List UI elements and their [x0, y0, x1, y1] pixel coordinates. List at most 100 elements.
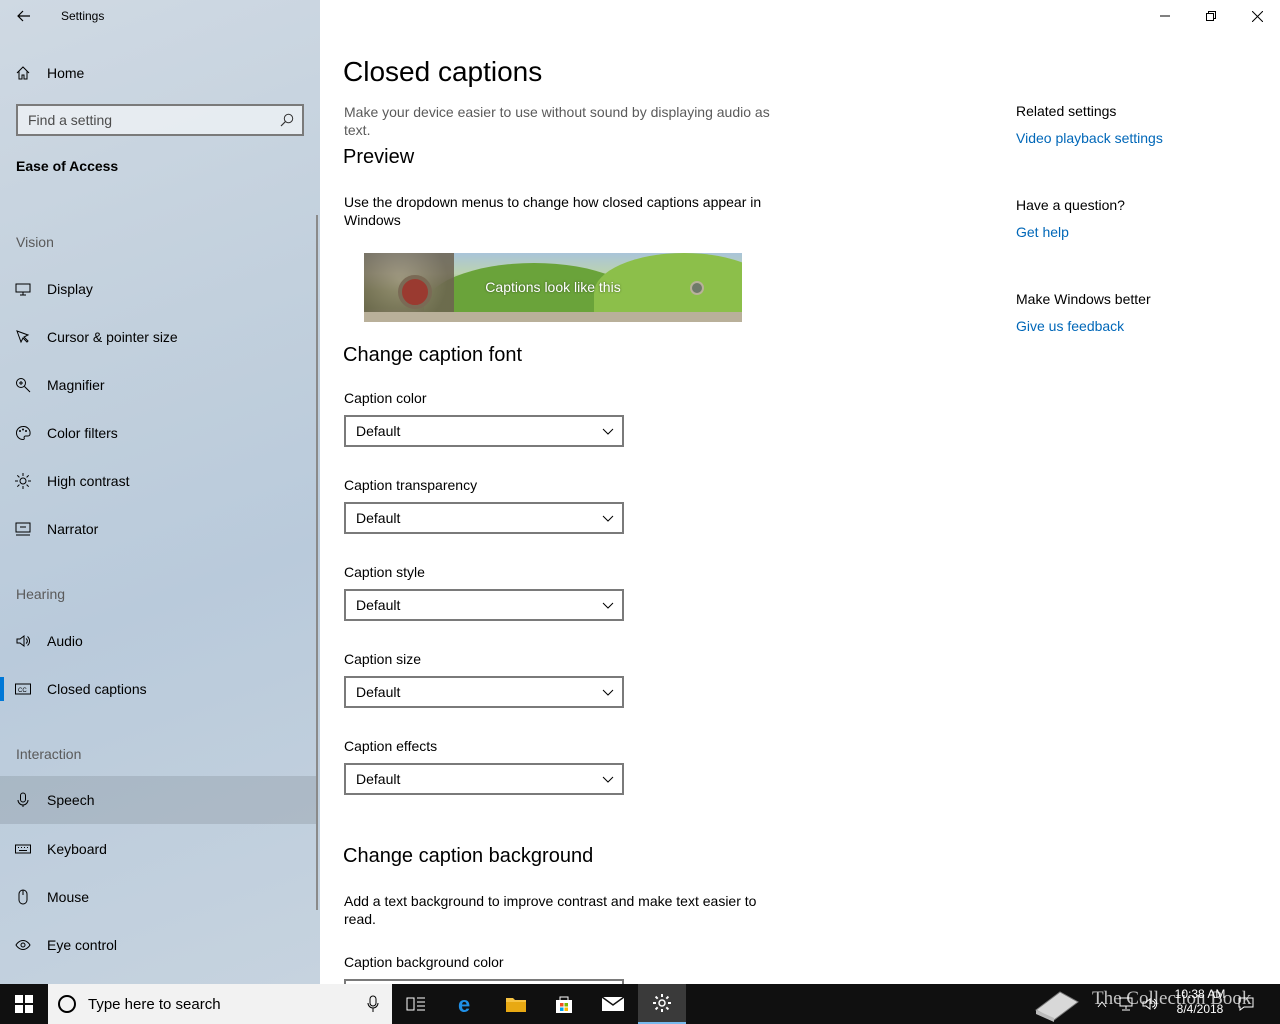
magnifier-icon: [15, 377, 31, 393]
clock-time: 10:38 AM: [1174, 987, 1226, 1001]
sidebar-item-label: High contrast: [47, 473, 130, 489]
restore-icon: [1206, 11, 1216, 21]
microphone-icon[interactable]: [366, 995, 380, 1013]
taskbar-search-box[interactable]: Type here to search: [48, 984, 392, 1024]
sidebar-item-label: Speech: [47, 792, 95, 808]
file-explorer-button[interactable]: [492, 984, 540, 1024]
sidebar-item-high-contrast[interactable]: High contrast: [0, 457, 316, 505]
tray-chevron[interactable]: [1094, 984, 1110, 1024]
taskbar-search-placeholder: Type here to search: [88, 996, 221, 1013]
group-heading-hearing: Hearing: [16, 586, 66, 602]
sidebar-item-label: Mouse: [47, 889, 90, 905]
edge-browser-button[interactable]: e: [443, 984, 491, 1024]
settings-app-button[interactable]: [638, 984, 686, 1024]
title-bar: Settings: [0, 0, 320, 32]
dropdown-value: Default: [356, 510, 401, 526]
gear-icon: [653, 994, 671, 1012]
sidebar-item-eye-control[interactable]: Eye control: [0, 921, 316, 969]
group-heading-interaction: Interaction: [16, 746, 82, 762]
home-icon: [15, 65, 31, 81]
sidebar-item-label: Keyboard: [47, 841, 107, 857]
restore-button[interactable]: [1188, 0, 1234, 32]
caption-style-label: Caption style: [344, 564, 425, 580]
speaker-icon: [15, 633, 31, 649]
make-windows-better-title: Make Windows better: [1016, 291, 1151, 307]
give-feedback-link[interactable]: Give us feedback: [1016, 318, 1124, 334]
notification-icon: [1238, 997, 1254, 1011]
narrator-icon: [15, 521, 31, 537]
clock-date: 8/4/2018: [1176, 1002, 1224, 1016]
sidebar-item-cursor[interactable]: Cursor & pointer size: [0, 313, 316, 361]
minimize-button[interactable]: [1142, 0, 1188, 32]
dropdown-value: Default: [356, 684, 401, 700]
action-center-button[interactable]: [1236, 984, 1256, 1024]
sidebar-item-label: Display: [47, 281, 93, 297]
task-view-icon: [406, 997, 425, 1011]
sidebar-item-audio[interactable]: Audio: [0, 617, 316, 665]
sidebar-item-display[interactable]: Display: [0, 265, 316, 313]
section-heading: Ease of Access: [16, 158, 119, 174]
preview-caption-text: Captions look like this: [485, 279, 621, 295]
eye-icon: [15, 937, 31, 953]
search-input[interactable]: [28, 111, 268, 129]
sidebar-item-color-filters[interactable]: Color filters: [0, 409, 316, 457]
caption-effects-dropdown[interactable]: Default: [344, 763, 624, 795]
page-title: Closed captions: [343, 56, 543, 87]
task-view-button[interactable]: [392, 984, 440, 1024]
preview-description: Use the dropdown menus to change how clo…: [344, 194, 762, 228]
content-pane: Closed captions Make your device easier …: [320, 0, 1280, 984]
sidebar-item-label: Closed captions: [47, 681, 147, 697]
dropdown-value: Default: [356, 597, 401, 613]
caption-color-dropdown[interactable]: Default: [344, 415, 624, 447]
network-tray-button[interactable]: [1116, 984, 1136, 1024]
caption-transparency-label: Caption transparency: [344, 477, 478, 493]
sidebar-item-home[interactable]: Home: [0, 49, 316, 97]
back-arrow-icon: [17, 10, 30, 22]
app-title: Settings: [61, 9, 105, 23]
volume-tray-button[interactable]: [1140, 984, 1160, 1024]
video-playback-settings-link[interactable]: Video playback settings: [1016, 130, 1163, 146]
sidebar-item-keyboard[interactable]: Keyboard: [0, 825, 316, 873]
book-logo-icon: [1035, 991, 1079, 1022]
sidebar-item-label: Magnifier: [47, 377, 105, 393]
background-section-heading: Change caption background: [343, 845, 594, 867]
sidebar-item-label: Audio: [47, 633, 83, 649]
mail-button[interactable]: [589, 984, 637, 1024]
sidebar-scrollbar[interactable]: [316, 215, 318, 910]
edge-icon: e: [458, 993, 470, 1015]
caption-transparency-dropdown[interactable]: Default: [344, 502, 624, 534]
mouse-icon: [15, 889, 31, 905]
windows-logo-icon: [15, 995, 33, 1013]
find-setting-search[interactable]: [16, 104, 304, 136]
caption-size-label: Caption size: [344, 651, 422, 667]
sidebar-item-narrator[interactable]: Narrator: [0, 505, 316, 553]
chevron-up-icon: [1097, 1001, 1107, 1008]
volume-icon: [1142, 998, 1158, 1010]
related-settings-title: Related settings: [1016, 103, 1117, 119]
caption-style-dropdown[interactable]: Default: [344, 589, 624, 621]
svg-text:CC: CC: [18, 688, 27, 694]
store-button[interactable]: [540, 984, 588, 1024]
have-a-question-title: Have a question?: [1016, 197, 1125, 213]
chevron-down-icon: [602, 689, 614, 696]
minimize-icon: [1160, 15, 1170, 17]
back-button[interactable]: [8, 4, 40, 28]
background-description: Add a text background to improve contras…: [344, 893, 757, 927]
search-icon[interactable]: [280, 113, 294, 127]
get-help-link[interactable]: Get help: [1016, 224, 1069, 240]
sidebar-item-label: Narrator: [47, 521, 99, 537]
system-clock[interactable]: 10:38 AM 8/4/2018: [1168, 987, 1232, 1017]
caption-size-dropdown[interactable]: Default: [344, 676, 624, 708]
page-description: Make your device easier to use without s…: [344, 104, 770, 138]
sidebar-item-closed-captions[interactable]: CC Closed captions: [0, 665, 316, 713]
close-button[interactable]: [1234, 0, 1280, 32]
navigation-pane: Settings Home Ease of Access Vision Disp…: [0, 0, 320, 984]
caption-effects-label: Caption effects: [344, 738, 438, 754]
caption-preview-image: Captions look like this: [364, 253, 742, 322]
network-icon: [1119, 997, 1133, 1011]
cortana-icon: [58, 995, 76, 1013]
sidebar-item-mouse[interactable]: Mouse: [0, 873, 316, 921]
sidebar-item-speech[interactable]: Speech: [0, 776, 316, 824]
start-button[interactable]: [0, 984, 48, 1024]
sidebar-item-magnifier[interactable]: Magnifier: [0, 361, 316, 409]
